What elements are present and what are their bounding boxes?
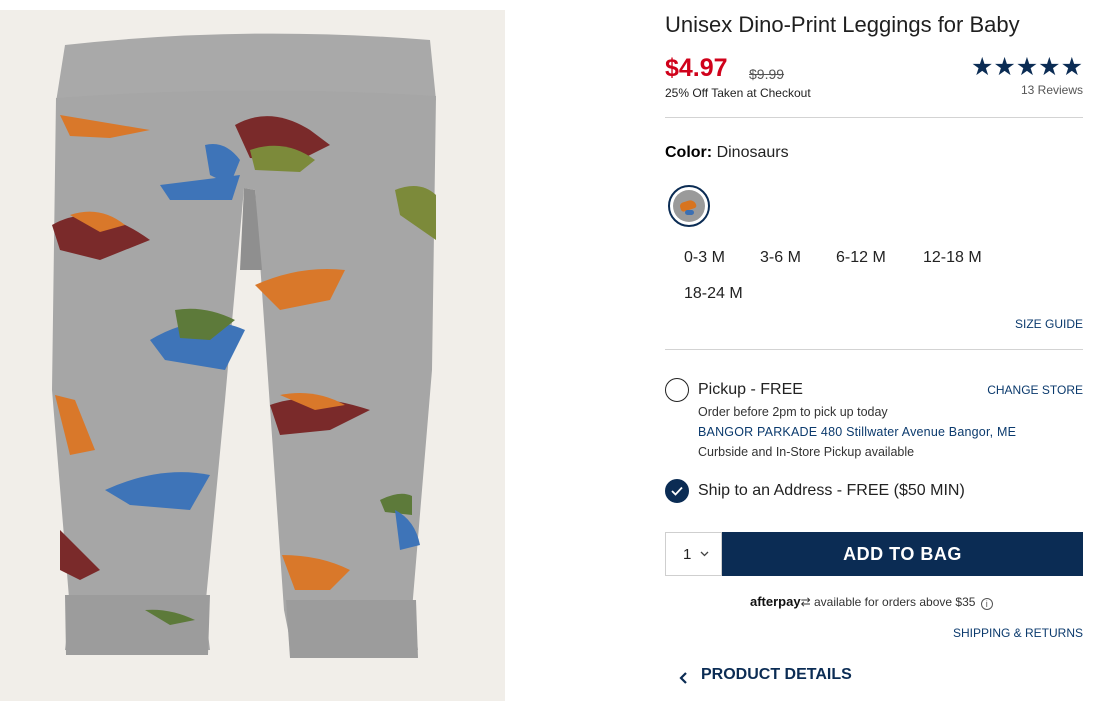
curbside-note: Curbside and In-Store Pickup available: [698, 445, 915, 459]
color-swatch-dinosaurs[interactable]: [668, 185, 710, 227]
divider: [665, 349, 1083, 350]
quantity-select[interactable]: 1: [665, 532, 722, 576]
color-label: Color:: [665, 144, 713, 161]
product-title: Unisex Dino-Print Leggings for Baby: [665, 12, 1020, 37]
dino-swatch-icon: [673, 190, 705, 222]
afterpay-note: afterpay⇄ available for orders above $35…: [750, 594, 993, 610]
ship-radio[interactable]: [665, 479, 689, 503]
color-label-row: Color: Dinosaurs: [665, 144, 789, 162]
original-price: $9.99: [749, 66, 785, 82]
size-option[interactable]: 18-24 M: [684, 285, 743, 303]
size-guide-link[interactable]: SIZE GUIDE: [1015, 317, 1083, 331]
discount-note: 25% Off Taken at Checkout: [665, 86, 811, 100]
color-value: Dinosaurs: [716, 144, 789, 161]
size-option[interactable]: 0-3 M: [684, 249, 725, 267]
ship-label: Ship to an Address - FREE ($50 MIN): [698, 482, 965, 499]
change-store-link[interactable]: CHANGE STORE: [987, 383, 1083, 397]
add-to-bag-button[interactable]: ADD TO BAG: [722, 532, 1083, 576]
product-image[interactable]: [0, 10, 505, 701]
chevron-left-icon: [679, 672, 687, 684]
size-option[interactable]: 12-18 M: [923, 249, 982, 267]
pickup-cutoff-note: Order before 2pm to pick up today: [698, 405, 888, 419]
size-option[interactable]: 3-6 M: [760, 249, 801, 267]
afterpay-arrow-icon: ⇄: [800, 595, 811, 609]
afterpay-text: available for orders above $35: [813, 595, 976, 609]
product-details-label: PRODUCT DETAILS: [701, 666, 852, 683]
dino-leggings-photo: [0, 10, 505, 701]
pickup-radio[interactable]: [665, 378, 689, 402]
size-option[interactable]: 6-12 M: [836, 249, 886, 267]
afterpay-logo: afterpay: [750, 594, 801, 609]
quantity-value: 1: [683, 546, 692, 563]
pickup-label: Pickup - FREE: [698, 381, 803, 398]
sale-price: $4.97: [665, 54, 728, 82]
reviews-link[interactable]: 13 Reviews: [1021, 83, 1083, 97]
shipping-returns-link[interactable]: SHIPPING & RETURNS: [953, 626, 1083, 640]
chevron-down-icon: [700, 551, 709, 557]
checkmark-icon: [671, 486, 683, 496]
store-address-link[interactable]: BANGOR PARKADE 480 Stillwater Avenue Ban…: [698, 425, 1016, 439]
rating-stars-icon[interactable]: ★★★★★: [971, 52, 1083, 82]
info-icon[interactable]: i: [980, 598, 993, 610]
divider: [665, 117, 1083, 118]
